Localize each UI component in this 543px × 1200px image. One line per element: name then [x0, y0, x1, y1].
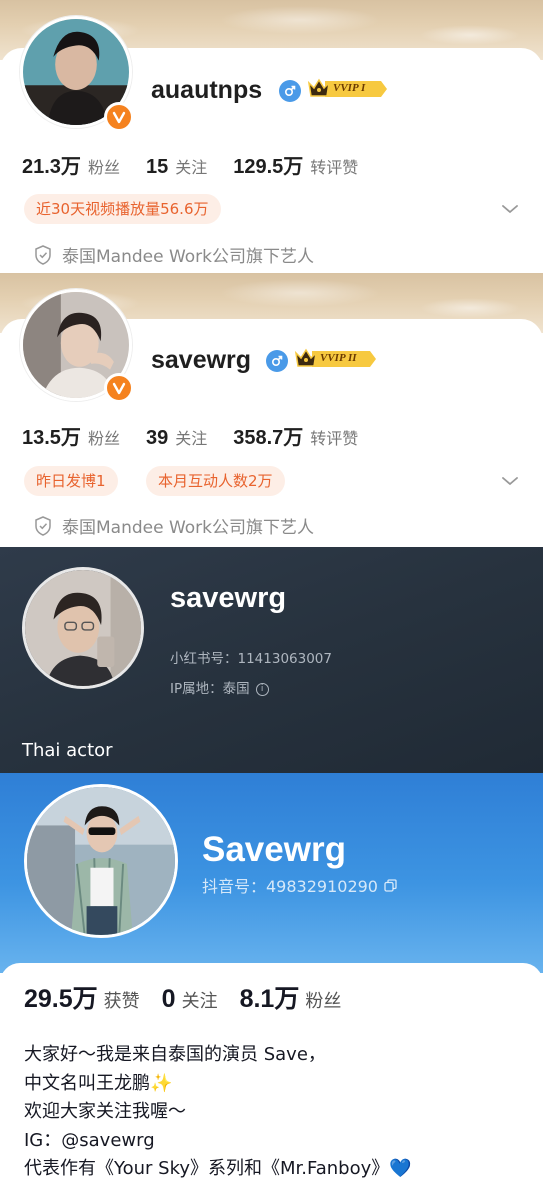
fans-count[interactable]: 21.3万	[22, 150, 81, 179]
weibo-profile-2: savewrg VVIP II 13.5万 粉丝 39 关注 358.7万 转评…	[0, 273, 543, 547]
following-label: 关注	[175, 429, 208, 448]
following-count[interactable]: 39	[146, 427, 168, 450]
bio-line-3: 欢迎大家关注我喔～	[24, 1101, 186, 1122]
info-icon[interactable]: i	[255, 682, 269, 696]
fans-label: 粉丝	[87, 429, 120, 448]
xiaohongshu-profile: savewrg 小红书号：11413063007 IP属地：泰国 i Thai a…	[0, 547, 543, 773]
avatar-photo	[27, 787, 175, 935]
monthly-interactions-tag[interactable]: 本月互动人数2万	[146, 466, 285, 496]
vip-label: VVIP II	[320, 352, 357, 364]
bio-line-1: 大家好～我是来自泰国的演员 Save，	[24, 1044, 326, 1065]
weibo-profile-1: auautnps VVIP I 21.3万 粉丝 15 关注 129.5万 转评…	[0, 0, 543, 273]
copy-icon[interactable]	[384, 878, 397, 892]
chevron-down-icon[interactable]	[501, 203, 519, 215]
ip-location: IP属地：泰国 i	[170, 677, 269, 697]
username: savewrg	[151, 346, 252, 374]
douyin-profile: Savewrg 抖音号：49832910290 29.5万 获赞 0 关注 8.…	[0, 773, 543, 1200]
company-text: 泰国Mandee Work公司旗下艺人	[62, 247, 315, 267]
xhs-id[interactable]: 小红书号：11413063007	[170, 647, 332, 667]
bio: 大家好～我是来自泰国的演员 Save， 中文名叫王龙鹏✨ 欢迎大家关注我喔～ I…	[24, 1041, 412, 1184]
bio-line-2: 中文名叫王龙鹏✨	[24, 1070, 412, 1099]
engagement-label: 转评赞	[310, 429, 359, 448]
shield-icon	[35, 244, 51, 265]
engagement-label: 转评赞	[310, 158, 359, 177]
male-gender-icon	[266, 350, 288, 372]
company-info: 泰国Mandee Work公司旗下艺人	[34, 242, 314, 267]
ip-location-text: IP属地：泰国	[170, 681, 250, 697]
stats-row: 21.3万 粉丝 15 关注 129.5万 转评赞	[22, 150, 384, 179]
username: auautnps	[151, 76, 263, 104]
chevron-down-icon[interactable]	[501, 475, 519, 487]
bio-line-5-text: 代表作有《Your Sky》系列和《Mr.Fanboy》	[24, 1158, 390, 1179]
username: savewrg	[170, 582, 287, 614]
stats-row: 13.5万 粉丝 39 关注 358.7万 转评赞	[22, 421, 384, 450]
fans-count[interactable]: 13.5万	[22, 421, 81, 450]
company-info: 泰国Mandee Work公司旗下艺人	[34, 513, 314, 538]
profile-card: 29.5万 获赞 0 关注 8.1万 粉丝 大家好～我是来自泰国的演员 Save…	[0, 963, 543, 1200]
male-gender-icon	[279, 80, 301, 102]
avatar-photo	[25, 570, 141, 686]
blue-heart-emoji: 💙	[389, 1158, 412, 1179]
following-label: 关注	[175, 158, 208, 177]
likes-count[interactable]: 29.5万	[24, 979, 98, 1015]
posts-yesterday-tag[interactable]: 昨日发博1	[24, 466, 118, 496]
verified-icon	[104, 373, 134, 403]
username: Savewrg	[202, 830, 346, 869]
bio: Thai actor	[22, 740, 113, 761]
likes-label: 获赞	[103, 991, 140, 1012]
following-label: 关注	[181, 991, 218, 1012]
following-count[interactable]: 0	[162, 985, 176, 1014]
engagement-count[interactable]: 129.5万	[233, 150, 303, 179]
vip-label: VVIP I	[333, 82, 366, 94]
bio-line-5: 代表作有《Your Sky》系列和《Mr.Fanboy》💙	[24, 1155, 412, 1184]
avatar[interactable]	[24, 784, 178, 938]
vip-badge[interactable]: VVIP II	[294, 347, 376, 371]
shield-icon	[35, 515, 51, 536]
avatar[interactable]	[22, 567, 144, 689]
following-count[interactable]: 15	[146, 156, 168, 179]
verified-icon	[104, 102, 134, 132]
fans-count[interactable]: 8.1万	[240, 979, 300, 1015]
douyin-id[interactable]: 抖音号：49832910290	[202, 873, 397, 897]
engagement-count[interactable]: 358.7万	[233, 421, 303, 450]
sparkles-emoji: ✨	[150, 1072, 173, 1094]
douyin-id-text: 抖音号：49832910290	[202, 877, 378, 896]
bio-line-2-text: 中文名叫王龙鹏	[24, 1072, 150, 1094]
company-text: 泰国Mandee Work公司旗下艺人	[62, 518, 315, 538]
fans-label: 粉丝	[87, 158, 120, 177]
video-views-tag[interactable]: 近30天视频播放量56.6万	[24, 194, 221, 224]
stats-row: 29.5万 获赞 0 关注 8.1万 粉丝	[24, 979, 363, 1015]
bio-line-4: IG：@savewrg	[24, 1129, 155, 1151]
vip-badge[interactable]: VVIP I	[307, 77, 387, 101]
fans-label: 粉丝	[305, 991, 342, 1012]
